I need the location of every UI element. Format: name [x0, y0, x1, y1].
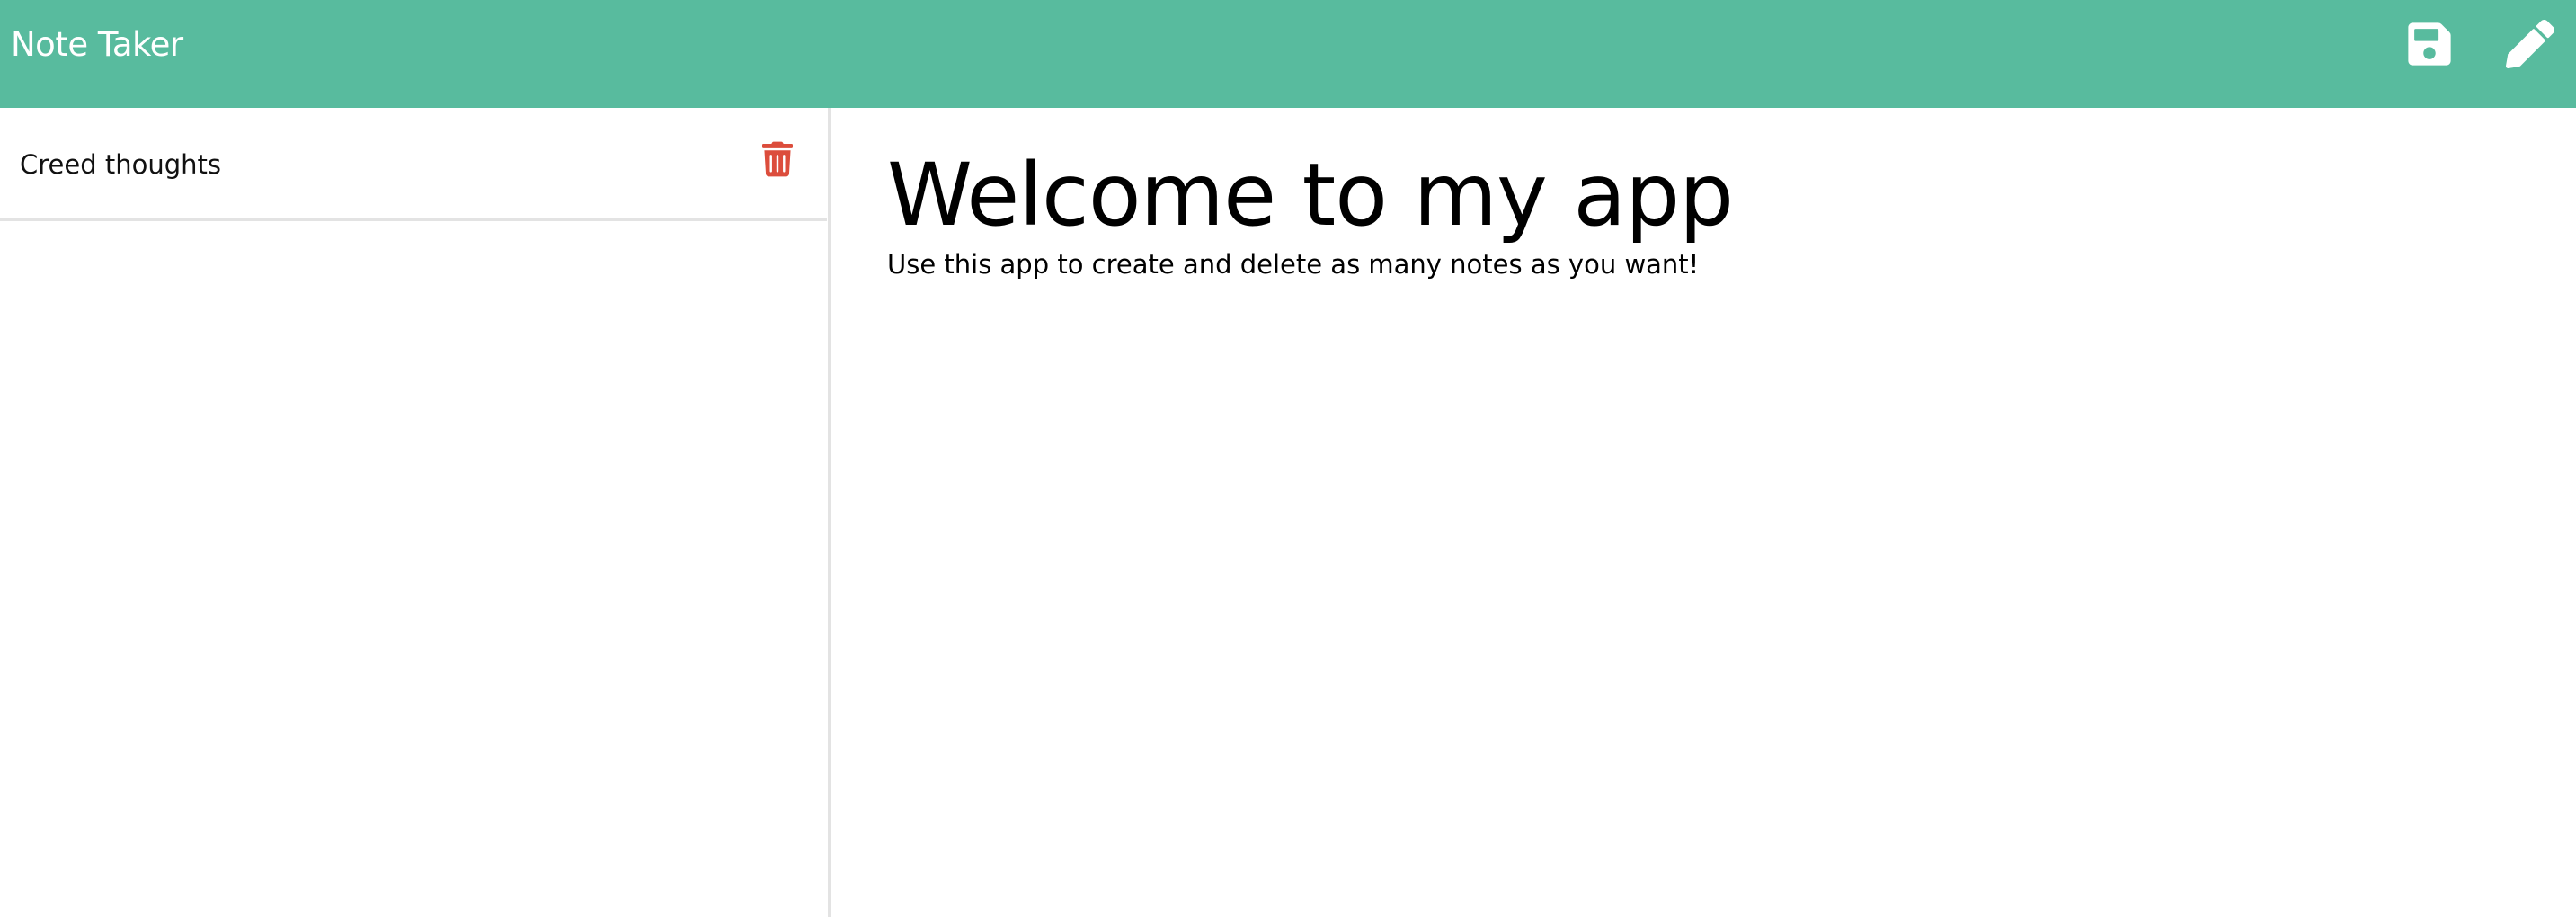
- app-title[interactable]: Note Taker: [11, 0, 183, 90]
- note-title: Creed thoughts: [20, 149, 221, 180]
- save-icon: [2408, 22, 2451, 66]
- welcome-text: Use this app to create and delete as man…: [887, 249, 1700, 280]
- main-content: Welcome to my app Use this app to create…: [833, 108, 2576, 917]
- new-note-button[interactable]: [2506, 20, 2554, 68]
- navbar: Note Taker: [0, 0, 2576, 108]
- delete-note-button[interactable]: [762, 140, 793, 178]
- save-note-button[interactable]: [2405, 20, 2454, 68]
- note-list-item[interactable]: Creed thoughts: [0, 108, 827, 221]
- pencil-icon: [2506, 20, 2554, 68]
- welcome-heading: Welcome to my app: [887, 145, 1734, 245]
- trash-icon: [762, 141, 793, 177]
- notes-sidebar: Creed thoughts: [0, 108, 831, 917]
